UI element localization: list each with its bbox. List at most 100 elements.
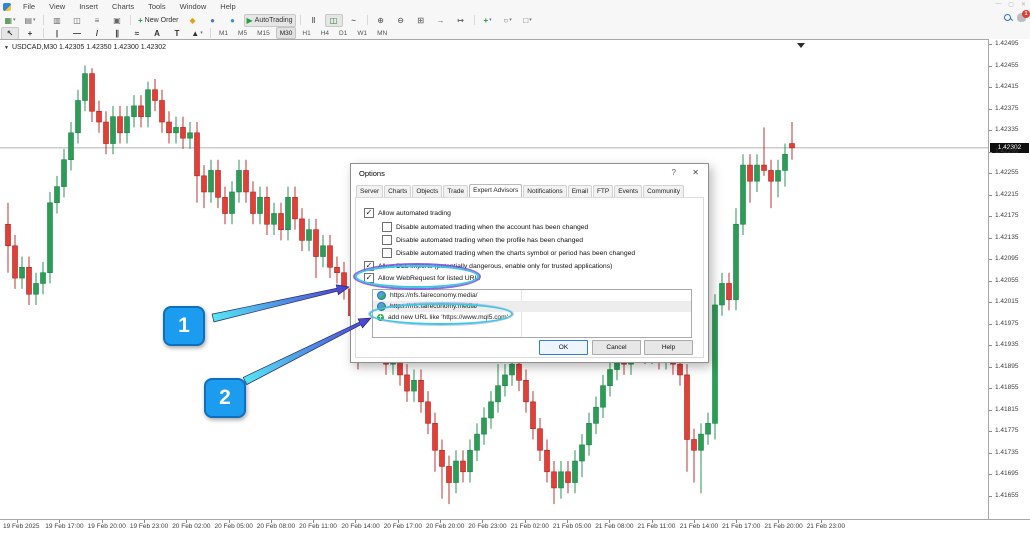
navigator-button[interactable]: ≡	[88, 14, 106, 27]
text-button[interactable]: A	[148, 27, 166, 40]
tab-ftp[interactable]: FTP	[593, 185, 613, 197]
tab-expert-advisors[interactable]: Expert Advisors	[469, 184, 522, 197]
tab-trade[interactable]: Trade	[443, 185, 468, 197]
step-label-1: 1	[163, 306, 205, 346]
checkbox-checked[interactable]: ✓	[364, 208, 374, 218]
notifications-bell-icon[interactable]: 1	[1017, 13, 1026, 22]
restore-icon[interactable]: ▢	[1008, 1, 1014, 8]
indicators-button[interactable]: +▾	[479, 14, 497, 27]
candle	[755, 154, 760, 192]
menu-file[interactable]: File	[16, 2, 42, 11]
menu-help[interactable]: Help	[213, 2, 242, 11]
tab-community[interactable]: Community	[643, 185, 684, 197]
crosshair-button[interactable]: +	[21, 27, 39, 40]
price-tickmark	[989, 453, 992, 454]
checkbox-unchecked[interactable]	[382, 248, 392, 258]
candle	[482, 407, 487, 445]
shapes-button[interactable]: ▲▾	[188, 27, 206, 40]
tile-windows-button[interactable]: ⊞	[412, 14, 430, 27]
symbol-collapse-arrow[interactable]: ▼	[4, 45, 9, 51]
timeframe-d1[interactable]: D1	[335, 27, 351, 39]
tester-icon: ●	[210, 16, 215, 25]
help-button[interactable]: Help	[644, 340, 693, 355]
autotrading-button[interactable]: ▶AutoTrading	[244, 14, 296, 27]
strategy-tester-button[interactable]: ●	[204, 14, 222, 27]
timeframe-w1[interactable]: W1	[353, 27, 371, 39]
tab-email[interactable]: Email	[568, 185, 592, 197]
candle	[769, 160, 774, 208]
timeframe-m30[interactable]: M30	[276, 27, 297, 39]
menu-insert[interactable]: Insert	[72, 2, 105, 11]
price-tickmark	[989, 281, 992, 282]
bar-chart-button[interactable]: ‖	[305, 14, 323, 27]
templates-icon: □	[523, 16, 528, 25]
timeframe-m1[interactable]: M1	[215, 27, 232, 39]
zoom-out-button[interactable]: ⊖	[392, 14, 410, 27]
market-watch-button[interactable]: ▥	[48, 14, 66, 27]
time-axis[interactable]: 19 Feb 202519 Feb 17:0019 Feb 20:0019 Fe…	[0, 519, 1030, 535]
tab-charts[interactable]: Charts	[384, 185, 411, 197]
candle	[587, 413, 592, 456]
trendline-button[interactable]: /	[88, 27, 106, 40]
metaeditor-button[interactable]: ◆	[184, 14, 202, 27]
cursor-icon: ↖	[7, 29, 14, 38]
toolbar-separator	[43, 15, 44, 25]
chart-shift-button[interactable]: ↦	[452, 14, 470, 27]
cancel-button[interactable]: Cancel	[592, 340, 641, 355]
minimize-icon[interactable]: —	[995, 1, 1001, 8]
candle	[496, 364, 501, 412]
toolbar-separator	[474, 15, 475, 25]
candle	[160, 90, 165, 133]
order-plus-icon: +	[138, 16, 143, 25]
url-list-item[interactable]: https://nfs.faireconomy.media/	[373, 290, 691, 301]
new-order-button[interactable]: +New Order	[135, 14, 182, 27]
timeframe-h1[interactable]: H1	[298, 27, 314, 39]
new-chart-button[interactable]: ▦▾	[1, 14, 19, 27]
channel-button[interactable]: ∥	[108, 27, 126, 40]
vertical-line-button[interactable]: |	[48, 27, 66, 40]
community-button[interactable]: ●	[224, 14, 242, 27]
timeframe-m15[interactable]: M15	[253, 27, 274, 39]
profiles-button[interactable]: ▤▾	[21, 14, 39, 27]
templates-button[interactable]: □▾	[519, 14, 537, 27]
candlestick-chart-button[interactable]: ◫	[325, 14, 343, 27]
cursor-button[interactable]: ↖	[1, 27, 19, 40]
new-order-button-label: New Order	[145, 17, 179, 24]
price-axis[interactable]: 1.42302 1.424951.424551.424151.423751.42…	[989, 39, 1030, 518]
price-tick-label: 1.42375	[995, 105, 1019, 112]
timeframe-m5[interactable]: M5	[234, 27, 251, 39]
dialog-title-bar[interactable]: Options ? ✕	[351, 164, 708, 182]
timeframe-mn[interactable]: MN	[373, 27, 391, 39]
indicators-icon: +	[483, 16, 488, 25]
tab-objects[interactable]: Objects	[412, 185, 442, 197]
fibonacci-button[interactable]: ≈	[128, 27, 146, 40]
tab-notifications[interactable]: Notifications	[523, 185, 566, 197]
menu-view[interactable]: View	[42, 2, 72, 11]
checkbox-unchecked[interactable]	[382, 222, 392, 232]
periods-button[interactable]: ○▾	[499, 14, 517, 27]
dialog-close-icon[interactable]: ✕	[692, 168, 699, 177]
candle	[202, 165, 207, 208]
checkbox-unchecked[interactable]	[382, 235, 392, 245]
line-chart-button[interactable]: ~	[345, 14, 363, 27]
zoom-in-button[interactable]: ⊕	[372, 14, 390, 27]
menu-items: FileViewInsertChartsToolsWindowHelp	[16, 2, 243, 11]
auto-scroll-button[interactable]: →	[432, 14, 450, 27]
market-watch-icon: ▥	[53, 16, 61, 25]
tab-server[interactable]: Server	[356, 185, 383, 197]
menu-window[interactable]: Window	[173, 2, 214, 11]
candle	[440, 440, 445, 499]
dialog-help-button[interactable]: ?	[672, 168, 676, 177]
menu-tools[interactable]: Tools	[141, 2, 173, 11]
candle	[209, 160, 214, 203]
tab-events[interactable]: Events	[614, 185, 642, 197]
close-icon[interactable]: ✕	[1021, 1, 1026, 8]
search-icon[interactable]	[1004, 14, 1012, 22]
menu-charts[interactable]: Charts	[105, 2, 141, 11]
data-window-button[interactable]: ◫	[68, 14, 86, 27]
timeframe-h4[interactable]: H4	[317, 27, 333, 39]
ok-button[interactable]: OK	[539, 340, 588, 355]
terminal-button[interactable]: ▣	[108, 14, 126, 27]
label-button[interactable]: T	[168, 27, 186, 40]
horizontal-line-button[interactable]: —	[68, 27, 86, 40]
